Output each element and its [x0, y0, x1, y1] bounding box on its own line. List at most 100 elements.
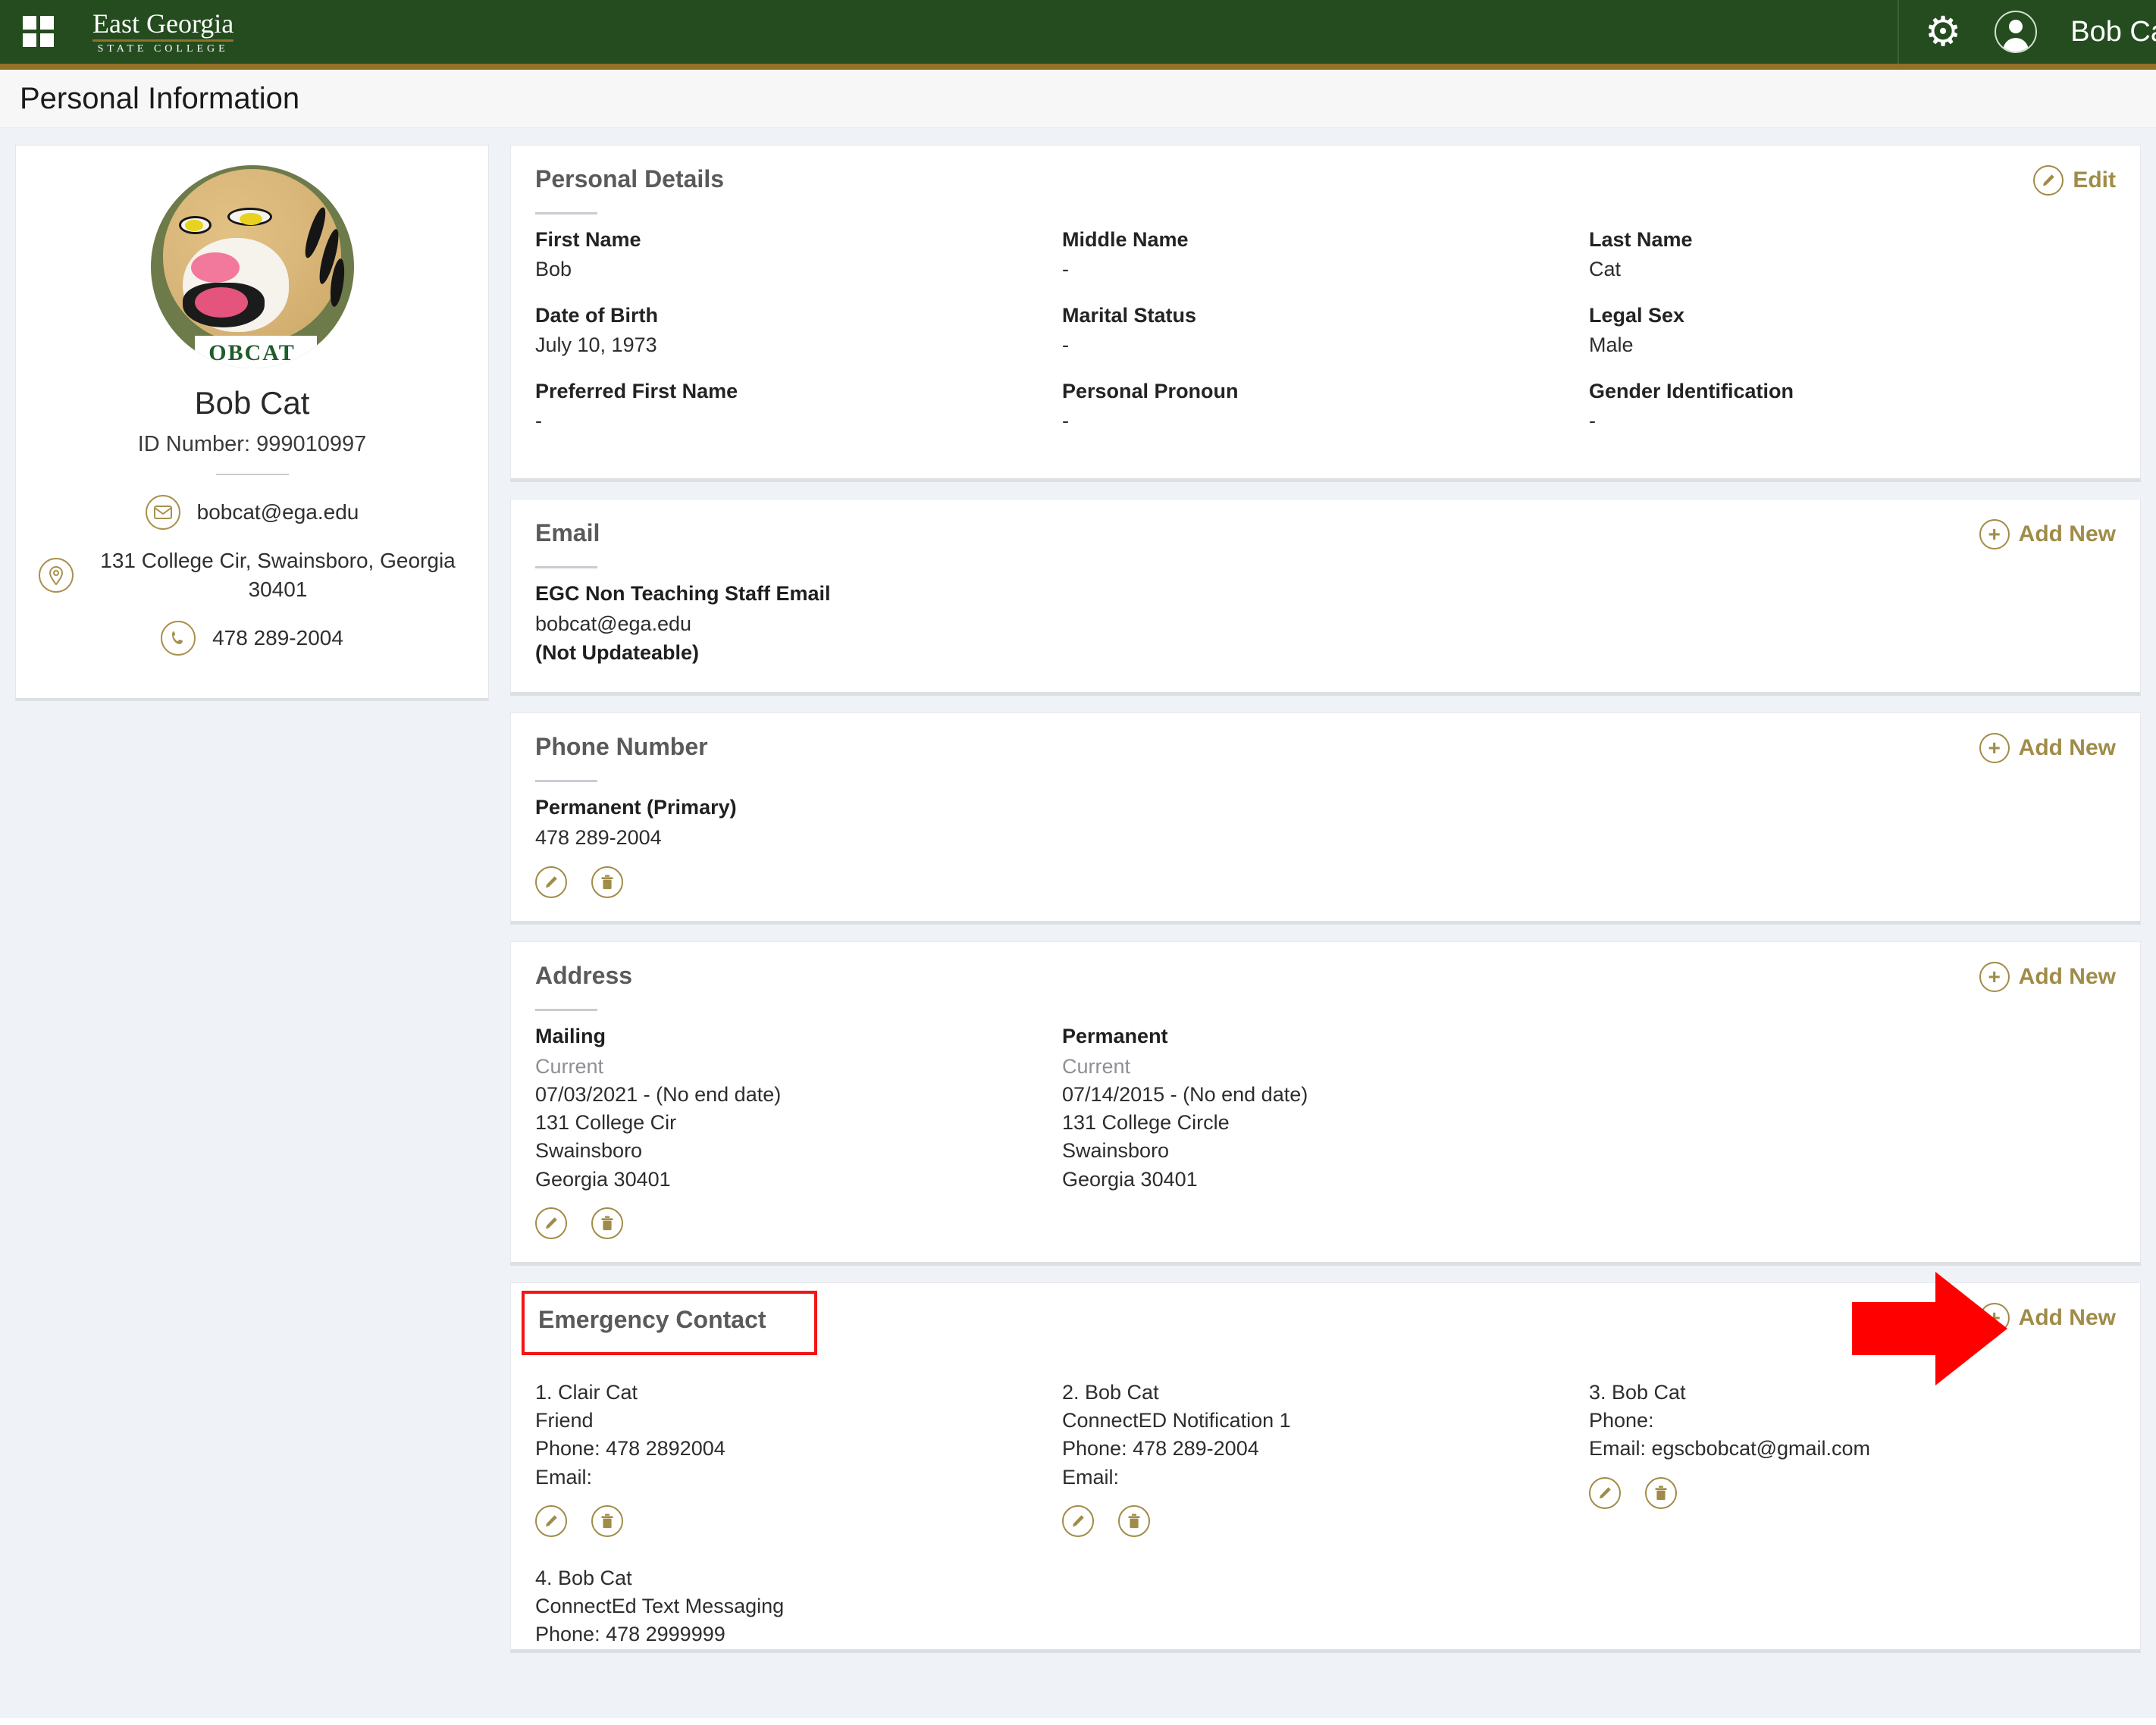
contact-email: Email: egscbobcat@gmail.com [1589, 1435, 2116, 1463]
logo-line-1: East Georgia [92, 10, 233, 39]
email-entry-note: (Not Updateable) [535, 641, 2116, 665]
contact-phone: Phone: 478 2892004 [535, 1435, 1062, 1463]
field-label: Legal Sex [1589, 304, 2116, 327]
field-label: Date of Birth [535, 304, 1062, 327]
field-label: Personal Pronoun [1062, 380, 1589, 403]
field-label: Gender Identification [1589, 380, 2116, 403]
pencil-icon[interactable] [535, 1505, 567, 1537]
emergency-contact-item: 2. Bob Cat ConnectED Notification 1 Phon… [1062, 1379, 1589, 1537]
address-city: Swainsboro [535, 1137, 1062, 1165]
avatar-head [2009, 20, 2023, 33]
plus-icon: + [1979, 519, 2010, 549]
pencil-icon [2033, 165, 2064, 196]
address-title: Address [535, 962, 632, 990]
emergency-contact-header: Emergency Contact + Add New [535, 1303, 2116, 1355]
pencil-icon[interactable] [535, 1207, 567, 1239]
mascot-tongue [195, 287, 248, 318]
address-status: Current [1062, 1053, 1589, 1081]
address-line1: 131 College Circle [1062, 1109, 1589, 1137]
user-avatar-icon[interactable] [1995, 11, 2037, 53]
field-value: Male [1589, 333, 2116, 357]
edit-button[interactable]: Edit [2033, 165, 2116, 196]
contact-phone: Phone: 478 289-2004 [1062, 1435, 1589, 1463]
gear-icon[interactable]: ⚙ [1925, 11, 1961, 52]
profile-photo: OBCAT [151, 165, 354, 368]
trash-icon[interactable] [1645, 1477, 1677, 1509]
header-right-controls: ⚙ Bob Ca [1897, 0, 2156, 64]
college-logo[interactable]: East Georgia STATE COLLEGE [92, 10, 233, 55]
personal-details-grid: First Name Bob Middle Name - Last Name C… [535, 228, 2116, 456]
field-preferred-first-name: Preferred First Name - [535, 380, 1062, 433]
phone-header: Phone Number + Add New [535, 733, 2116, 763]
profile-phone: 478 289-2004 [212, 624, 343, 653]
field-value: Cat [1589, 258, 2116, 281]
field-value: - [1589, 409, 2116, 433]
field-value: July 10, 1973 [535, 333, 1062, 357]
add-new-label: Add New [2019, 521, 2116, 547]
user-name-label[interactable]: Bob Ca [2070, 16, 2156, 49]
add-new-email-button[interactable]: + Add New [1979, 519, 2116, 549]
trash-icon[interactable] [591, 1207, 623, 1239]
address-actions [535, 1207, 1062, 1239]
address-permanent: Permanent Current 07/14/2015 - (No end d… [1062, 1025, 1589, 1239]
field-last-name: Last Name Cat [1589, 228, 2116, 281]
trash-icon[interactable] [591, 866, 623, 898]
grid-cell [40, 33, 54, 47]
apps-grid-icon[interactable] [23, 16, 55, 48]
page-content: OBCAT Bob Cat ID Number: 999010997 bobca… [0, 128, 2156, 1718]
profile-address-row: 131 College Cir, Swainsboro, Georgia 304… [34, 546, 470, 604]
personal-details-card: Personal Details Edit First Name Bob [510, 145, 2141, 482]
email-entry-label: EGC Non Teaching Staff Email [535, 582, 2116, 606]
add-new-label: Add New [2019, 735, 2116, 761]
emergency-contact-grid: 1. Clair Cat Friend Phone: 478 2892004 E… [535, 1379, 2116, 1649]
email-card: Email + Add New EGC Non Teaching Staff E… [510, 499, 2141, 696]
app-header: East Georgia STATE COLLEGE ⚙ Bob Ca [0, 0, 2156, 70]
pencil-icon[interactable] [1589, 1477, 1621, 1509]
address-dates: 07/14/2015 - (No end date) [1062, 1081, 1589, 1109]
contact-name: 1. Clair Cat [535, 1379, 1062, 1407]
phone-card: Phone Number + Add New Permanent (Primar… [510, 712, 2141, 924]
logo-line-2: STATE COLLEGE [92, 44, 233, 55]
phone-entry-actions [535, 866, 2116, 898]
contact-name: 2. Bob Cat [1062, 1379, 1589, 1407]
field-gender-identification: Gender Identification - [1589, 380, 2116, 456]
emergency-contact-item: 4. Bob Cat ConnectEd Text Messaging Phon… [535, 1564, 1062, 1649]
field-label: Preferred First Name [535, 380, 1062, 403]
plus-icon: + [1979, 733, 2010, 763]
divider [216, 474, 289, 475]
profile-phone-row: 478 289-2004 [34, 621, 470, 656]
address-type-label: Permanent [1062, 1025, 1589, 1048]
contact-name: 4. Bob Cat [535, 1564, 1062, 1592]
mascot-pupil-right [240, 213, 262, 225]
details-column: Personal Details Edit First Name Bob [510, 145, 2141, 1718]
pencil-icon[interactable] [1062, 1505, 1094, 1537]
profile-email-row: bobcat@ega.edu [34, 495, 470, 530]
contact-email: Email: [1062, 1464, 1589, 1492]
plus-icon: + [1979, 962, 2010, 992]
page-title: Personal Information [0, 82, 299, 116]
field-legal-sex: Legal Sex Male [1589, 304, 2116, 357]
trash-icon[interactable] [591, 1505, 623, 1537]
add-new-address-button[interactable]: + Add New [1979, 962, 2116, 992]
edit-label: Edit [2073, 167, 2116, 193]
envelope-icon [146, 495, 180, 530]
phone-entry-label: Permanent (Primary) [535, 796, 2116, 819]
contact-actions [1589, 1477, 2116, 1509]
phone-entry-value: 478 289-2004 [535, 824, 2116, 852]
add-new-label: Add New [2019, 964, 2116, 990]
pencil-icon[interactable] [535, 866, 567, 898]
profile-id-number: ID Number: 999010997 [34, 432, 470, 457]
trash-icon[interactable] [1118, 1505, 1150, 1537]
address-status: Current [535, 1053, 1062, 1081]
emergency-contact-title: Emergency Contact [522, 1291, 817, 1355]
field-date-of-birth: Date of Birth July 10, 1973 [535, 304, 1062, 357]
contact-relationship: Phone: [1589, 1407, 2116, 1435]
address-state-zip: Georgia 30401 [535, 1166, 1062, 1194]
field-label: First Name [535, 228, 1062, 252]
avatar-body [2003, 38, 2029, 53]
add-new-emergency-contact-button[interactable]: + Add New [1979, 1303, 2116, 1333]
contact-actions [1062, 1505, 1589, 1537]
phone-title: Phone Number [535, 733, 708, 761]
add-new-phone-button[interactable]: + Add New [1979, 733, 2116, 763]
emergency-contact-item: 1. Clair Cat Friend Phone: 478 2892004 E… [535, 1379, 1062, 1537]
